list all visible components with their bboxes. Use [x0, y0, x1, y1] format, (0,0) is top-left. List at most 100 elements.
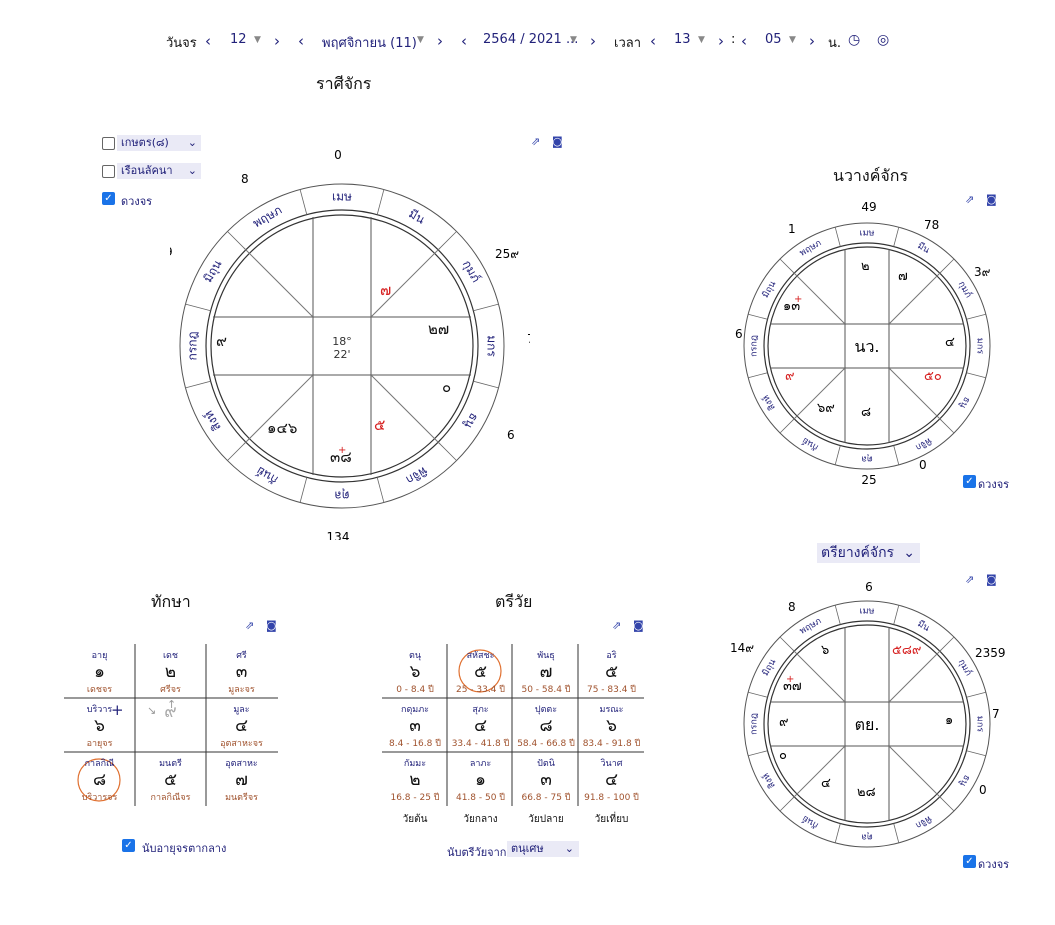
- triwai-cell[interactable]: กัมมะ๒ 16.8 - 25 ปี: [382, 756, 448, 804]
- triyang-outer-num: 2359: [975, 646, 1006, 660]
- cell-title: บริวาร: [86, 705, 113, 715]
- taksa-cell[interactable]: เดช๒ศรีจร: [135, 648, 206, 696]
- hour-select[interactable]: 13: [674, 32, 691, 47]
- day-prev-icon[interactable]: ‹: [205, 32, 211, 50]
- cell-number: ๔: [235, 716, 248, 736]
- triwai-cell[interactable]: สหัสชะ๕ 25 - 33.4 ปี: [448, 648, 514, 696]
- cell-sub: 66.8 - 75 ปี: [521, 793, 571, 803]
- sign-label: พิจิก: [914, 813, 934, 831]
- rasi-outer-num: 7: [527, 332, 530, 346]
- taksa-cell[interactable]: มนตรี๕กาลกิณีจร: [135, 756, 206, 804]
- time-colon: :: [731, 32, 736, 47]
- day-select[interactable]: 12: [230, 32, 247, 47]
- open-external-icon[interactable]: ⇗: [612, 619, 621, 632]
- cell-sub: ศรีจร: [160, 685, 181, 695]
- cell-number: ๓: [409, 716, 421, 736]
- triwai-cell[interactable]: วินาศ๔ 91.8 - 100 ปี: [579, 756, 645, 804]
- month-select[interactable]: พฤศจิกายน (11): [322, 32, 417, 53]
- rasi-planet: ๙: [216, 332, 227, 350]
- cell-sub: 50 - 58.4 ปี: [521, 685, 571, 695]
- time-label: เวลา: [614, 36, 642, 51]
- taksa-checkbox[interactable]: ✓: [122, 839, 135, 852]
- taksa-cell[interactable]: อุตสาหะ๗มนตรีจร: [206, 756, 277, 804]
- camera-icon[interactable]: ◙: [552, 135, 563, 148]
- taksa-cell[interactable]: ศรี๓มูละจร: [206, 648, 277, 696]
- cell-number: ๖: [409, 662, 421, 682]
- sign-label: กันย์: [254, 464, 280, 487]
- minute-next-icon[interactable]: ›: [809, 32, 815, 50]
- cell-title: ลาภะ: [469, 759, 492, 769]
- minute-prev-icon[interactable]: ‹: [741, 32, 747, 50]
- triwai-cell[interactable]: อริ๕ 75 - 83.4 ปี: [579, 648, 645, 696]
- taksa-cell[interactable]: อายุ๑เดชจร: [64, 648, 135, 696]
- navang-transit-checkbox[interactable]: ✓: [963, 475, 976, 488]
- ruean-checkbox[interactable]: [102, 165, 115, 178]
- triwai-footer: วัยกลาง: [463, 814, 498, 825]
- month-next-icon[interactable]: ›: [437, 32, 443, 50]
- sign-label: มิถุน: [760, 279, 778, 300]
- cell-title: เดช: [162, 651, 179, 661]
- day-next-icon[interactable]: ›: [274, 32, 280, 50]
- rasi-outer-num: 8: [241, 172, 249, 186]
- navang-planet: ๒: [861, 259, 870, 274]
- cell-sub: มนตรีจร: [225, 793, 258, 803]
- minute-select[interactable]: 05: [765, 32, 782, 47]
- sign-label: ธนู: [461, 410, 482, 431]
- taksa-cell[interactable]: มูละ๔อุตสาหะจร: [206, 702, 277, 750]
- sign-label: เมษ: [860, 229, 875, 239]
- year-prev-icon[interactable]: ‹: [461, 32, 467, 50]
- triyang-transit-checkbox[interactable]: ✓: [963, 855, 976, 868]
- triyang-planet: ๖: [821, 643, 829, 658]
- cell-number: ๘: [92, 770, 107, 790]
- triwai-cell[interactable]: ลาภะ๑ 41.8 - 50 ปี: [448, 756, 514, 804]
- sign-label: ตุล: [334, 488, 349, 503]
- hour-prev-icon[interactable]: ‹: [650, 32, 656, 50]
- triwai-count-select[interactable]: ตนุเศษ ⌄: [507, 841, 579, 857]
- year-dropdown-icon[interactable]: ▼: [570, 35, 577, 45]
- triwai-cell[interactable]: กดุมภะ๓ 8.4 - 16.8 ปี: [382, 702, 448, 750]
- year-select[interactable]: 2564 / 2021 ...: [483, 32, 578, 47]
- cell-title: ศรี: [236, 651, 247, 661]
- taksa-cell[interactable]: บริวาร๖อายุจร: [64, 702, 135, 750]
- camera-icon[interactable]: ◙: [266, 619, 277, 632]
- cell-sub: 25 - 33.4 ปี: [455, 685, 506, 695]
- triyang-outer-num: 14๙: [730, 641, 754, 655]
- triwai-cell[interactable]: พันธุ๗ 50 - 58.4 ปี: [513, 648, 579, 696]
- triyang-outer-num: 6: [865, 580, 873, 594]
- arrow-diagonal-icon: ↘: [147, 704, 157, 717]
- cell-sub: กาลกิณีจร: [150, 793, 191, 803]
- year-next-icon[interactable]: ›: [590, 32, 596, 50]
- taksa-cell[interactable]: กาลกิณี๘บริวารจร: [64, 756, 135, 804]
- triwai-cell[interactable]: ปุตตะ๘ 58.4 - 66.8 ปี: [513, 702, 579, 750]
- triyang-select[interactable]: ตรียางค์จักร ⌄: [817, 543, 920, 563]
- minute-dropdown-icon[interactable]: ▼: [789, 35, 796, 45]
- kaset-checkbox[interactable]: [102, 137, 115, 150]
- hour-dropdown-icon[interactable]: ▼: [698, 35, 705, 45]
- triwai-cell[interactable]: ตนุ๖ 0 - 8.4 ปี: [382, 648, 448, 696]
- cell-number: ๑: [94, 662, 105, 682]
- cell-sub: เดชจร: [86, 685, 113, 695]
- open-external-icon[interactable]: ⇗: [245, 619, 254, 632]
- triwai-cell[interactable]: ปัตนิ๓ 66.8 - 75 ปี: [513, 756, 579, 804]
- cell-number: ๔: [474, 716, 487, 736]
- cell-sub: บริวารจร: [81, 793, 118, 803]
- month-prev-icon[interactable]: ‹: [298, 32, 304, 50]
- time-unit: น.: [828, 36, 842, 51]
- cell-number: ๖: [94, 716, 105, 736]
- current-location-icon[interactable]: ◎: [877, 32, 889, 48]
- camera-icon[interactable]: ◙: [633, 619, 644, 632]
- open-external-icon[interactable]: ⇗: [531, 135, 540, 148]
- hour-next-icon[interactable]: ›: [718, 32, 724, 50]
- triyang-center: ตย.: [855, 715, 880, 734]
- triwai-cell[interactable]: สุภะ๔ 33.4 - 41.8 ปี: [448, 702, 514, 750]
- triwai-cell[interactable]: มรณะ๖ 83.4 - 91.8 ปี: [579, 702, 645, 750]
- month-dropdown-icon[interactable]: ▼: [417, 35, 424, 45]
- chevron-down-icon: ⌄: [564, 842, 574, 855]
- cell-sub: 16.8 - 25 ปี: [390, 793, 440, 803]
- rasi-transit-checkbox[interactable]: ✓: [102, 192, 115, 205]
- day-dropdown-icon[interactable]: ▼: [254, 35, 261, 45]
- sign-label: มกร: [485, 335, 499, 357]
- clock-icon[interactable]: ◷: [848, 32, 860, 48]
- cell-number: ๕: [605, 662, 618, 682]
- cell-number: ๗: [235, 770, 248, 790]
